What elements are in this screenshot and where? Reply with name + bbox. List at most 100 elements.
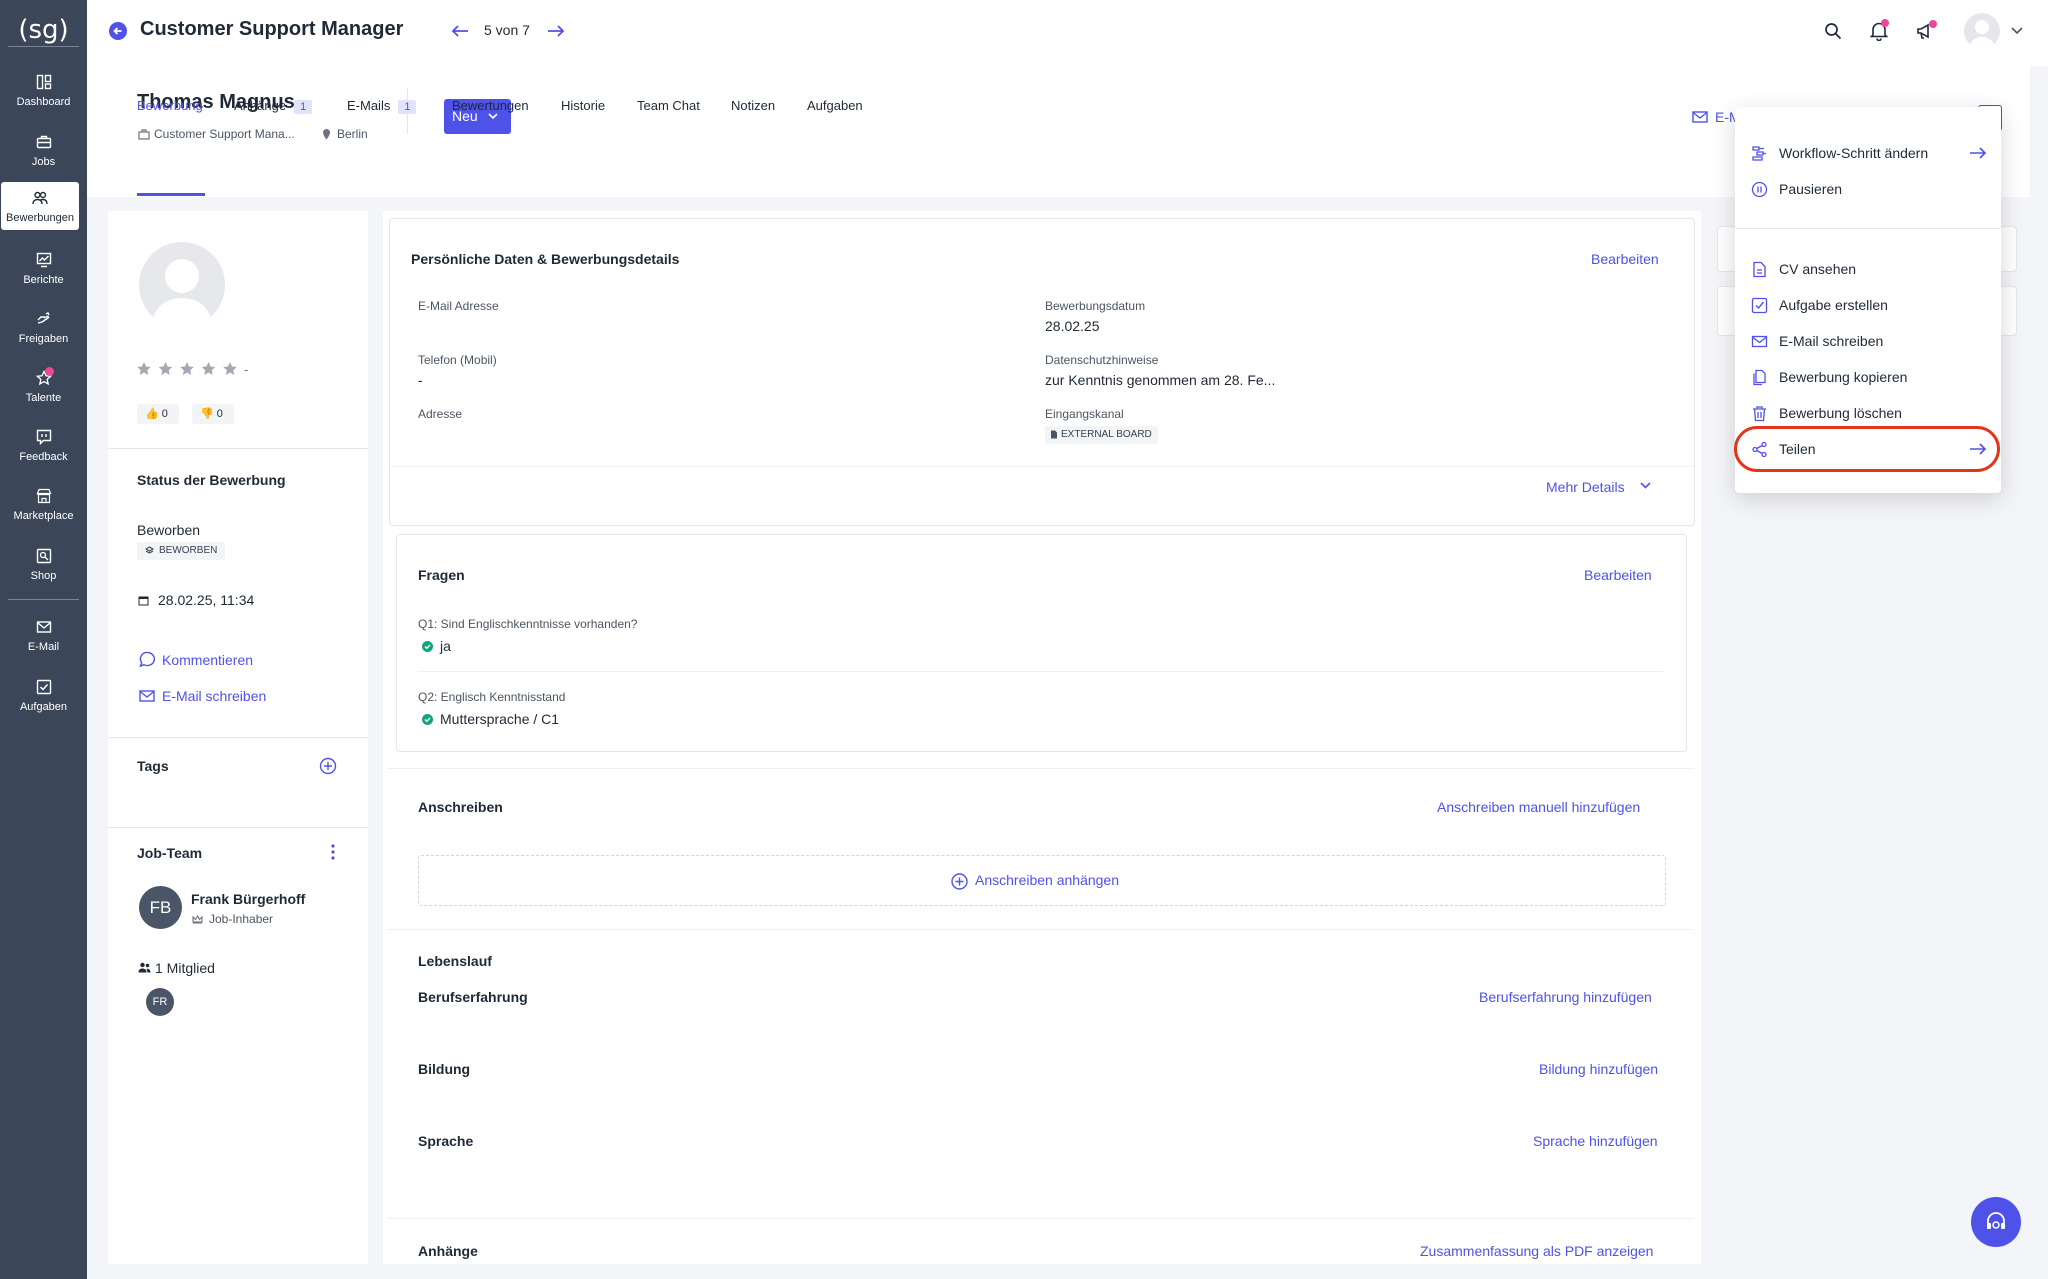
sidebar-item-jobs[interactable]: Jobs xyxy=(0,126,87,178)
sidebar-item-bewerbungen[interactable]: Bewerbungen xyxy=(1,182,79,230)
search-icon[interactable] xyxy=(1824,22,1842,40)
menu-item-label: Bewerbung löschen xyxy=(1779,405,1902,421)
star-rating[interactable] xyxy=(136,361,246,377)
sidebar-item-aufgaben[interactable]: Aufgaben xyxy=(0,671,87,723)
layers-icon xyxy=(145,546,154,554)
tab-historie[interactable]: Historie xyxy=(561,98,605,113)
privacy-value: zur Kenntnis genommen am 28. Fe... xyxy=(1045,372,1276,388)
divider xyxy=(388,768,1694,769)
people-icon xyxy=(32,191,48,205)
application-date: 28.02.25, 11:34 xyxy=(158,592,255,608)
dashboard-icon xyxy=(36,74,51,90)
store-icon xyxy=(36,488,51,504)
tab-emails[interactable]: E-Mails 1 xyxy=(347,98,417,114)
sidebar-item-email[interactable]: E-Mail xyxy=(0,611,87,663)
pdf-summary-link[interactable]: Zusammenfassung als PDF anzeigen xyxy=(1420,1243,1653,1259)
crown-icon xyxy=(192,915,203,924)
experience-add-link[interactable]: Berufserfahrung hinzufügen xyxy=(1479,989,1652,1005)
more-details-link[interactable]: Mehr Details xyxy=(1546,479,1625,495)
tab-aufgaben[interactable]: Aufgaben xyxy=(807,98,863,113)
tab-badge: 1 xyxy=(294,100,313,114)
sidebar-item-feedback[interactable]: Feedback xyxy=(0,421,87,473)
sidebar-item-marketplace[interactable]: Marketplace xyxy=(0,480,87,532)
rating-dash: - xyxy=(244,362,249,377)
chevron-down-icon xyxy=(488,113,498,120)
questions-card xyxy=(396,534,1687,752)
sidebar-item-dashboard[interactable]: Dashboard xyxy=(0,66,87,118)
cover-attach-dropzone[interactable]: Anschreiben anhängen xyxy=(418,855,1666,906)
headset-icon xyxy=(1987,1212,2005,1229)
menu-item-label: Workflow-Schritt ändern xyxy=(1779,145,1929,161)
avatar[interactable] xyxy=(1964,13,2000,49)
cover-attach-link[interactable]: Anschreiben anhängen xyxy=(975,872,1119,888)
answer-2: Muttersprache / C1 xyxy=(440,711,560,727)
sidebar-item-berichte[interactable]: Berichte xyxy=(0,244,87,296)
thumbs-up-button[interactable]: 👍 0 xyxy=(137,404,179,424)
member-count: 1 Mitglied xyxy=(155,960,215,976)
check-circle-icon xyxy=(422,714,433,725)
menu-item-workflow[interactable]: Workflow-Schritt ändern xyxy=(1735,137,2001,169)
shop-icon xyxy=(36,548,51,564)
sidebar-item-freigaben[interactable]: Freigaben xyxy=(0,303,87,355)
tab-label: Bewertungen xyxy=(452,98,529,113)
cover-add-manual-link[interactable]: Anschreiben manuell hinzufügen xyxy=(1437,799,1640,815)
menu-item-label: Aufgabe erstellen xyxy=(1779,297,1888,313)
menu-item-cv[interactable]: CV ansehen xyxy=(1735,253,2001,285)
divider xyxy=(388,929,1694,930)
comment-link[interactable]: Kommentieren xyxy=(162,652,253,668)
phone-value: - xyxy=(418,372,423,388)
tab-team-chat[interactable]: Team Chat xyxy=(637,98,700,113)
more-vertical-icon[interactable] xyxy=(331,844,335,860)
tab-bewertungen[interactable]: Bewertungen xyxy=(452,98,529,113)
tab-label: E-Mails xyxy=(347,98,391,113)
thumbs-down-button[interactable]: 👎 0 xyxy=(192,404,234,424)
divider xyxy=(390,466,1694,467)
sidebar-item-label: Aufgaben xyxy=(19,701,68,713)
details-edit-link[interactable]: Bearbeiten xyxy=(1591,251,1659,267)
questions-edit-link[interactable]: Bearbeiten xyxy=(1584,567,1652,583)
chart-icon xyxy=(36,252,51,268)
divider xyxy=(108,737,368,738)
sidebar-item-label: Marketplace xyxy=(13,510,74,522)
status-badge-text: BEWORBEN xyxy=(159,545,218,556)
comment-icon xyxy=(139,651,156,668)
sidebar-item-label: Shop xyxy=(30,570,57,582)
language-add-link[interactable]: Sprache hinzufügen xyxy=(1533,1133,1658,1149)
tab-anhaenge[interactable]: Anhänge 1 xyxy=(234,98,313,114)
education-add-link[interactable]: Bildung hinzufügen xyxy=(1539,1061,1658,1077)
pause-icon xyxy=(1751,181,1768,198)
hand-icon xyxy=(37,312,50,324)
menu-item-task[interactable]: Aufgabe erstellen xyxy=(1735,289,2001,321)
sidebar-item-shop[interactable]: Shop xyxy=(0,540,87,592)
thumbs-up-icon: 👍 xyxy=(145,408,159,420)
member-avatar-small[interactable]: FR xyxy=(146,988,174,1016)
menu-item-pause[interactable]: Pausieren xyxy=(1735,173,2001,205)
date-value: 28.02.25 xyxy=(1045,318,1100,334)
document-icon xyxy=(1753,261,1766,278)
chevron-down-icon[interactable] xyxy=(2011,27,2023,35)
channel-value: EXTERNAL BOARD xyxy=(1061,429,1152,440)
status-badge: BEWORBEN xyxy=(137,542,226,560)
back-icon[interactable] xyxy=(109,22,127,40)
cover-heading: Anschreiben xyxy=(418,799,503,815)
menu-item-email[interactable]: E-Mail schreiben xyxy=(1735,325,2001,357)
tab-badge: 1 xyxy=(398,100,417,114)
sidebar-item-talente[interactable]: Talente xyxy=(0,362,87,414)
tab-bewerbung[interactable]: Bewerbung xyxy=(137,98,203,113)
candidate-job: Customer Support Mana... xyxy=(154,127,295,141)
support-button[interactable] xyxy=(1971,1197,2021,1247)
checkbox-icon xyxy=(1751,297,1768,314)
member-avatar: FB xyxy=(139,886,182,929)
tab-label: Historie xyxy=(561,98,606,113)
page-title: Customer Support Manager xyxy=(140,18,404,40)
question-1: Q1: Sind Englischkenntnisse vorhanden? xyxy=(418,617,638,631)
email-link[interactable]: E-Mail schreiben xyxy=(162,688,266,704)
menu-item-copy[interactable]: Bewerbung kopieren xyxy=(1735,361,2001,393)
add-tag-icon[interactable] xyxy=(319,757,337,775)
arrow-right-icon[interactable] xyxy=(547,24,565,38)
tab-notizen[interactable]: Notizen xyxy=(731,98,775,113)
highlight-ring xyxy=(1734,426,2000,472)
menu-item-delete[interactable]: Bewerbung löschen xyxy=(1735,397,2001,429)
arrow-left-icon[interactable] xyxy=(451,24,469,38)
team-heading: Job-Team xyxy=(137,845,203,861)
